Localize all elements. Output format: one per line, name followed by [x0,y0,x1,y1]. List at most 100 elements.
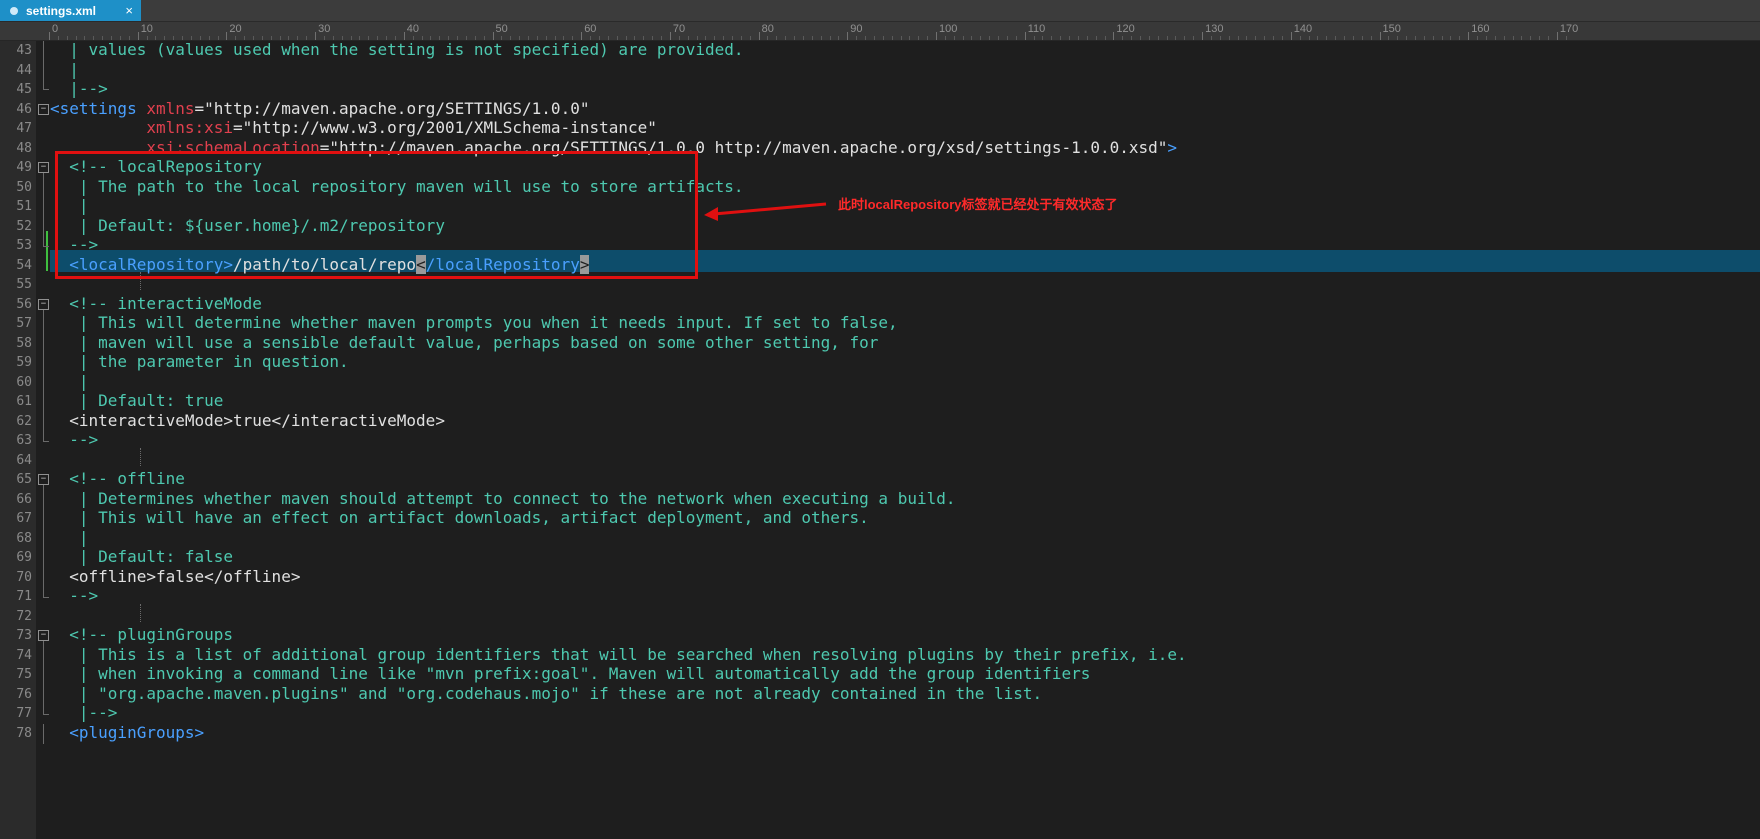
ruler-tick [785,36,787,40]
ruler-tick [1202,32,1204,40]
ruler-tick [1264,36,1266,40]
ruler-tick [1024,32,1026,40]
ruler-tick [1281,36,1283,40]
ruler-tick [1530,36,1532,40]
ruler-tick [1521,36,1523,40]
fold-toggle-icon[interactable]: − [38,103,49,115]
fold-end [43,597,49,598]
tab-title: settings.xml [26,3,97,18]
ruler-tick [1140,36,1141,40]
fold-end [43,714,49,715]
ruler-label: 0 [52,23,59,35]
ruler-tick [1308,36,1310,40]
ruler-tick [1086,36,1088,40]
code-line[interactable]: --> [50,429,98,451]
ruler-tick [838,36,840,40]
ruler-tick [1104,36,1106,40]
ruler-tick [1175,36,1177,40]
ruler-tick [1184,36,1186,40]
ruler-tick [802,36,804,40]
ruler-tick [1556,32,1558,40]
ruler-tick [749,36,751,40]
ruler-label: 100 [939,23,958,35]
tab-settings-xml[interactable]: settings.xml × [0,0,141,21]
ruler-tick [1219,36,1221,40]
ruler-tick [1450,36,1452,40]
change-marker [46,231,48,271]
indent-guide [140,448,141,466]
ruler-tick [998,36,1000,40]
ruler-label: 150 [1382,23,1401,35]
fold-end [43,441,49,442]
ruler-tick [1352,36,1354,40]
code-line[interactable]: | This will have an effect on artifact d… [50,507,869,529]
ruler-tick [1273,36,1275,40]
ruler-tick [1432,36,1434,40]
ruler-tick [989,36,991,40]
ruler-tick [1069,36,1071,40]
ruler-tick [847,32,849,40]
code-line[interactable]: <interactiveMode>true</interactiveMode> [50,410,445,432]
ruler-tick [1210,36,1212,40]
ruler-tick [953,36,955,40]
ruler-tick [1317,36,1319,40]
ruler-tick [1326,36,1328,40]
fold-toggle-icon[interactable]: − [38,630,49,641]
ruler-tick [1193,36,1195,40]
annotation-arrow [704,202,827,221]
ruler-tick [1166,36,1168,40]
ruler-tick [1006,36,1008,40]
ruler-label: 20 [229,23,242,35]
ruler-tick [1468,32,1470,40]
code-line[interactable]: | the parameter in question. [50,351,349,373]
ruler-tick [971,36,973,40]
ruler-tick [882,36,884,40]
ruler-tick [1113,32,1115,40]
code-line[interactable]: <pluginGroups> [50,722,204,744]
code-line[interactable]: | "org.apache.maven.plugins" and "org.co… [50,683,1042,705]
ruler-tick [1370,36,1372,40]
ruler-label: 120 [1116,23,1135,35]
fold-toggle-icon[interactable]: − [38,298,49,310]
ruler-label: 110 [1027,23,1046,35]
ruler-tick [1539,36,1541,40]
ruler-tick [900,36,902,40]
ruler-tick [1485,36,1487,40]
code-line[interactable]: | values (values used when the setting i… [50,39,743,61]
ruler-tick [891,36,893,40]
line-number: 78 [16,725,32,741]
ruler-label: 30 [318,23,331,35]
ruler-tick [1042,36,1044,40]
ruler-tick [794,36,796,40]
code-line[interactable]: --> [50,585,98,607]
ruler-tick [820,36,822,40]
fold-toggle-icon[interactable]: − [38,474,49,485]
ruler-tick [1459,36,1461,40]
ruler-tick [1077,36,1079,40]
ruler-tick [1033,36,1035,40]
ruler-label: 80 [761,23,774,35]
ruler-tick [1060,36,1062,40]
ruler-tick [1494,36,1496,40]
fold-line [43,173,44,246]
ruler-tick [856,36,858,40]
ruler-label: 70 [672,23,686,35]
ruler-tick [1503,36,1505,40]
ruler-tick [1397,36,1399,40]
close-icon[interactable]: × [125,3,133,18]
annotation-text: 此时localRepository标签就已经处于有效状态了 [838,197,1118,212]
file-icon [10,6,18,15]
ruler-tick [767,36,769,40]
ruler-label: 160 [1471,23,1490,35]
ruler-tick [1344,36,1346,40]
ruler-tick [1335,36,1337,40]
ruler-tick [1122,36,1124,40]
ruler-tick [1131,36,1133,40]
ruler-tick [1148,36,1150,40]
ruler-tick [962,36,964,40]
fold-toggle-icon[interactable]: − [38,162,49,173]
ruler-tick [1299,36,1301,40]
ruler-tick [1406,36,1408,40]
ruler-tick [1565,36,1567,40]
ruler-tick [1290,32,1292,40]
